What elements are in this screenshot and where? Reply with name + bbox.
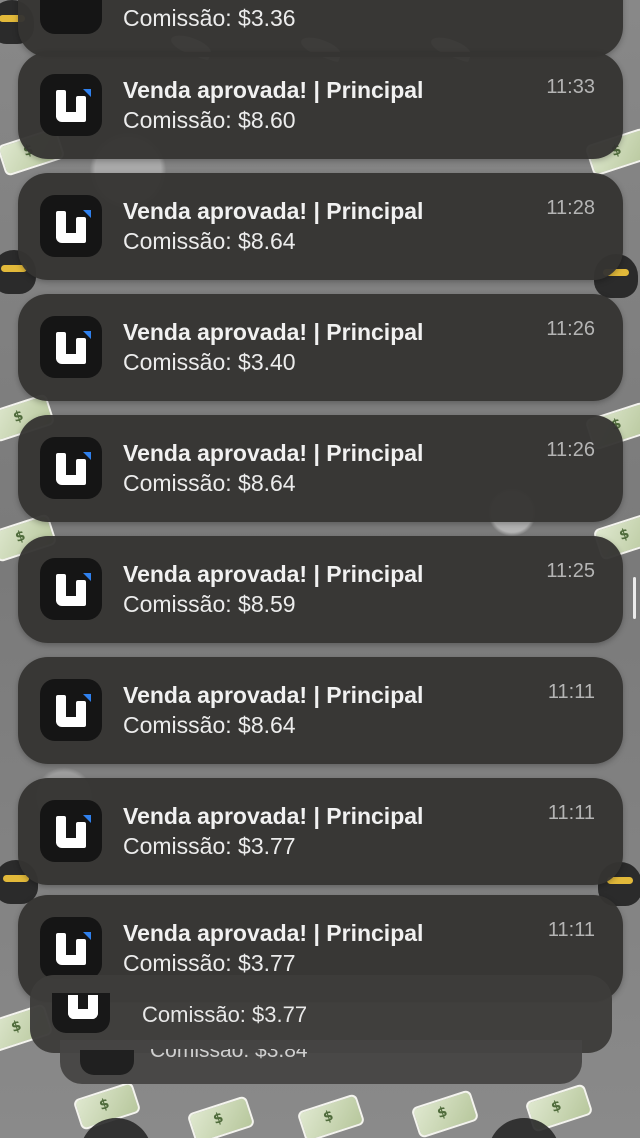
app-logo-glyph bbox=[83, 815, 91, 823]
app-icon bbox=[40, 679, 102, 741]
app-icon bbox=[40, 316, 102, 378]
lock-screen-notifications: Comissão: $3.36 Venda aprovada! | Princi… bbox=[0, 0, 640, 1138]
money-bill-icon bbox=[186, 1095, 256, 1138]
scroll-indicator bbox=[633, 577, 636, 619]
notification-body: Comissão: $8.60 bbox=[123, 107, 296, 133]
stacked-notification-back[interactable]: Comissão: $3.84 bbox=[60, 1040, 582, 1084]
notification-body: Comissão: $3.36 bbox=[123, 5, 296, 31]
notification-body: Comissão: $8.59 bbox=[123, 591, 296, 617]
notification-card[interactable]: Venda aprovada! | Principal Comissão: $3.… bbox=[18, 778, 623, 885]
notification-card[interactable]: Venda aprovada! | Principal Comissão: $8.… bbox=[18, 415, 623, 522]
app-logo-glyph bbox=[76, 217, 86, 243]
app-logo-glyph bbox=[83, 932, 91, 940]
app-logo-glyph bbox=[76, 459, 86, 485]
notification-card[interactable]: Venda aprovada! | Principal Comissão: $3.… bbox=[18, 294, 623, 401]
app-icon bbox=[80, 1050, 134, 1075]
app-icon bbox=[40, 74, 102, 136]
app-logo-glyph bbox=[76, 701, 86, 727]
stacked-notification-body: Comissão: $3.77 bbox=[142, 1002, 308, 1027]
notification-body: Comissão: $3.77 bbox=[123, 833, 296, 859]
notification-card-partial[interactable]: Comissão: $3.36 bbox=[18, 0, 623, 57]
app-logo-glyph bbox=[76, 580, 86, 606]
app-logo-glyph bbox=[76, 939, 86, 965]
app-logo-glyph bbox=[83, 89, 91, 97]
notification-card[interactable]: Venda aprovada! | Principal Comissão: $8.… bbox=[18, 657, 623, 764]
app-icon bbox=[40, 800, 102, 862]
app-logo-glyph bbox=[83, 452, 91, 460]
app-icon bbox=[40, 437, 102, 499]
notification-title: Venda aprovada! | Principal bbox=[123, 319, 424, 345]
app-logo-glyph bbox=[83, 210, 91, 218]
notification-time: 11:33 bbox=[546, 76, 595, 98]
notification-time: 11:28 bbox=[546, 197, 595, 219]
notification-time: 11:11 bbox=[547, 919, 595, 941]
notification-time: 11:26 bbox=[546, 439, 595, 461]
notification-body: Comissão: $3.40 bbox=[123, 349, 296, 375]
notification-time: 11:11 bbox=[547, 802, 595, 824]
app-logo-glyph bbox=[83, 694, 91, 702]
app-icon bbox=[40, 195, 102, 257]
notification-title: Venda aprovada! | Principal bbox=[123, 920, 424, 946]
notification-body: Comissão: $8.64 bbox=[123, 228, 296, 254]
notification-title: Venda aprovada! | Principal bbox=[123, 561, 424, 587]
money-bill-icon bbox=[296, 1093, 366, 1138]
notification-card[interactable]: Venda aprovada! | Principal Comissão: $8.… bbox=[18, 52, 623, 159]
notification-time: 11:26 bbox=[546, 318, 595, 340]
notification-title: Venda aprovada! | Principal bbox=[123, 440, 424, 466]
notification-time: 11:25 bbox=[546, 560, 595, 582]
notification-card[interactable]: Venda aprovada! | Principal Comissão: $8.… bbox=[18, 536, 623, 643]
notification-title: Venda aprovada! | Principal bbox=[123, 803, 424, 829]
app-icon bbox=[40, 0, 102, 34]
money-bill-icon bbox=[410, 1089, 480, 1138]
app-icon bbox=[52, 993, 110, 1033]
notification-body: Comissão: $8.64 bbox=[123, 712, 296, 738]
app-logo-glyph bbox=[83, 331, 91, 339]
notification-card[interactable]: Venda aprovada! | Principal Comissão: $8.… bbox=[18, 173, 623, 280]
notification-time: 11:11 bbox=[547, 681, 595, 703]
app-icon bbox=[40, 558, 102, 620]
notification-body: Comissão: $3.77 bbox=[123, 950, 296, 976]
app-logo-glyph bbox=[76, 338, 86, 364]
app-logo-glyph bbox=[83, 573, 91, 581]
stacked-notification-body: Comissão: $3.84 bbox=[150, 1039, 308, 1062]
app-logo-glyph bbox=[76, 96, 86, 122]
notification-title: Venda aprovada! | Principal bbox=[123, 682, 424, 708]
notification-title: Venda aprovada! | Principal bbox=[123, 198, 424, 224]
notification-body: Comissão: $8.64 bbox=[123, 470, 296, 496]
notification-title: Venda aprovada! | Principal bbox=[123, 77, 424, 103]
app-icon bbox=[40, 917, 102, 979]
app-logo-glyph bbox=[76, 822, 86, 848]
